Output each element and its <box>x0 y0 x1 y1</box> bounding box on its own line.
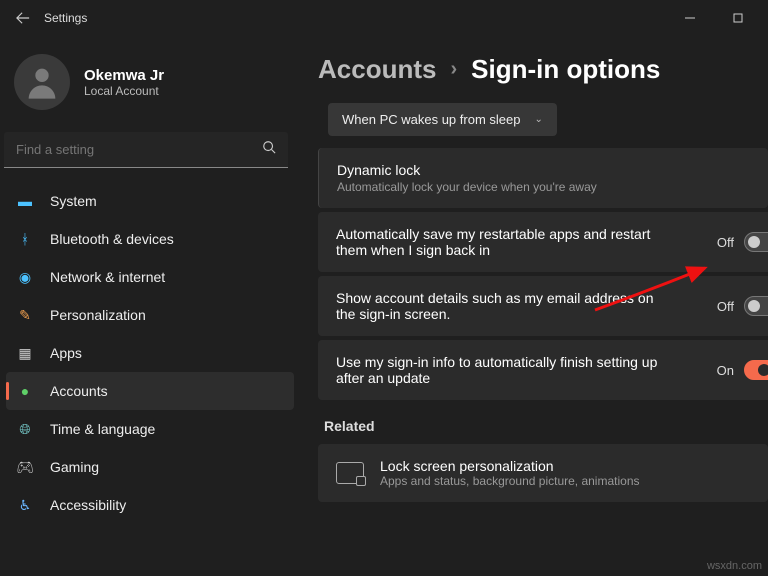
profile-name: Okemwa Jr <box>84 67 164 84</box>
lockscreen-icon <box>336 462 364 484</box>
avatar <box>14 54 70 110</box>
nav-time[interactable]: 🌐︎Time & language <box>0 410 300 448</box>
accessibility-icon: ♿︎ <box>16 496 34 514</box>
globe-icon: 🌐︎ <box>16 420 34 438</box>
window-controls <box>668 4 760 32</box>
chevron-down-icon: ⌄ <box>534 114 542 125</box>
related-lockscreen[interactable]: Lock screen personalization Apps and sta… <box>318 444 768 502</box>
back-button[interactable] <box>8 3 38 33</box>
setting-account-details[interactable]: Show account details such as my email ad… <box>318 276 768 336</box>
maximize-button[interactable] <box>716 4 760 32</box>
nav-personalization[interactable]: ✎Personalization <box>0 296 300 334</box>
wake-dropdown[interactable]: When PC wakes up from sleep ⌄ <box>328 103 557 136</box>
toggle-restartable-apps[interactable] <box>744 232 768 252</box>
profile-subtitle: Local Account <box>84 84 164 98</box>
related-heading: Related <box>324 418 768 434</box>
breadcrumb-root[interactable]: Accounts <box>318 54 436 85</box>
setting-restartable-apps[interactable]: Automatically save my restartable apps a… <box>318 212 768 272</box>
profile-block[interactable]: Okemwa Jr Local Account <box>0 44 300 128</box>
chevron-right-icon: › <box>450 58 457 81</box>
search-box[interactable] <box>4 132 288 168</box>
nav-bluetooth[interactable]: ᚼBluetooth & devices <box>0 220 300 258</box>
nav-accessibility[interactable]: ♿︎Accessibility <box>0 486 300 524</box>
main-content: Accounts › Sign-in options When PC wakes… <box>300 36 768 576</box>
breadcrumb: Accounts › Sign-in options <box>318 54 768 85</box>
toggle-signin-info[interactable] <box>744 360 768 380</box>
nav-network[interactable]: ◉Network & internet <box>0 258 300 296</box>
brush-icon: ✎ <box>16 306 34 324</box>
titlebar: Settings <box>0 0 768 36</box>
sidebar: Okemwa Jr Local Account ▬System ᚼBluetoo… <box>0 36 300 576</box>
minimize-button[interactable] <box>668 4 712 32</box>
dynamic-lock-row[interactable]: Dynamic lock Automatically lock your dev… <box>318 148 768 208</box>
apps-icon: ▦ <box>16 344 34 362</box>
nav-gaming[interactable]: 🎮︎Gaming <box>0 448 300 486</box>
search-input[interactable] <box>16 142 262 157</box>
nav-accounts[interactable]: ●Accounts <box>6 372 294 410</box>
gaming-icon: 🎮︎ <box>16 458 34 476</box>
window-title: Settings <box>44 11 87 25</box>
nav-apps[interactable]: ▦Apps <box>0 334 300 372</box>
watermark: wsxdn.com <box>707 560 762 572</box>
nav-list: ▬System ᚼBluetooth & devices ◉Network & … <box>0 182 300 524</box>
person-icon: ● <box>16 382 34 400</box>
search-icon <box>262 140 276 159</box>
toggle-account-details[interactable] <box>744 296 768 316</box>
breadcrumb-current: Sign-in options <box>471 54 660 85</box>
system-icon: ▬ <box>16 192 34 210</box>
setting-signin-info[interactable]: Use my sign-in info to automatically fin… <box>318 340 768 400</box>
wifi-icon: ◉ <box>16 268 34 286</box>
bluetooth-icon: ᚼ <box>16 230 34 248</box>
nav-system[interactable]: ▬System <box>0 182 300 220</box>
